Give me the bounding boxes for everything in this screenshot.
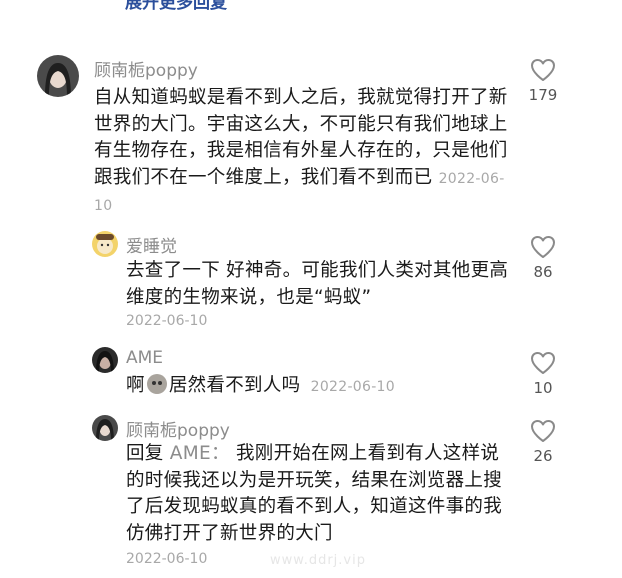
like-count: 10 — [533, 379, 553, 397]
reply-target[interactable]: AME： — [170, 443, 230, 464]
comment-text: 自从知道蚂蚁是看不到人之后，我就觉得打开了新世界的大门。宇宙这么大，不可能只有我… — [94, 85, 509, 220]
heart-outline-icon — [531, 352, 555, 374]
like-count: 86 — [533, 263, 553, 281]
avatar[interactable] — [92, 231, 118, 257]
avatar[interactable] — [92, 415, 118, 441]
like-button[interactable]: 26 — [521, 419, 565, 465]
expand-more-replies-link[interactable]: 展开更多回复 — [125, 0, 227, 13]
heart-outline-icon — [531, 236, 555, 258]
comment-body: 去查了一下 好神奇。可能我们人类对其他更高维度的生物来说，也是“蚂蚁” — [126, 260, 509, 308]
like-button[interactable]: 179 — [521, 58, 565, 104]
heart-outline-icon — [531, 59, 555, 81]
comment-date: 2022-06-10 — [310, 379, 395, 395]
comment-username[interactable]: 爱睡觉 — [126, 232, 177, 257]
like-count: 26 — [533, 447, 553, 465]
watermark: www.ddrj.vip — [270, 553, 366, 568]
face-emoji-icon — [146, 374, 167, 394]
like-button[interactable]: 86 — [521, 235, 565, 281]
avatar[interactable] — [37, 55, 79, 97]
comment-text: 啊 居然看不到人吗 2022-06-10 — [126, 373, 511, 401]
comment-body: 居然看不到人吗 — [168, 375, 301, 396]
heart-outline-icon — [531, 420, 555, 442]
comment-body: 啊 — [126, 375, 145, 396]
comment-username[interactable]: 顾南栀poppy — [94, 56, 198, 81]
reply-prefix: 回复 — [126, 443, 164, 464]
comment-username[interactable]: AME — [126, 348, 163, 368]
comment-text: 回复 AME： 我刚开始在网上看到有人这样说的时候我还以为是开玩笑，结果在浏览器… — [126, 441, 506, 547]
comment-date: 2022-06-10 — [126, 551, 208, 567]
comment-date: 2022-06-10 — [126, 313, 208, 329]
avatar[interactable] — [92, 347, 118, 373]
like-count: 179 — [528, 86, 558, 104]
like-button[interactable]: 10 — [521, 351, 565, 397]
comment-username[interactable]: 顾南栀poppy — [126, 416, 230, 441]
